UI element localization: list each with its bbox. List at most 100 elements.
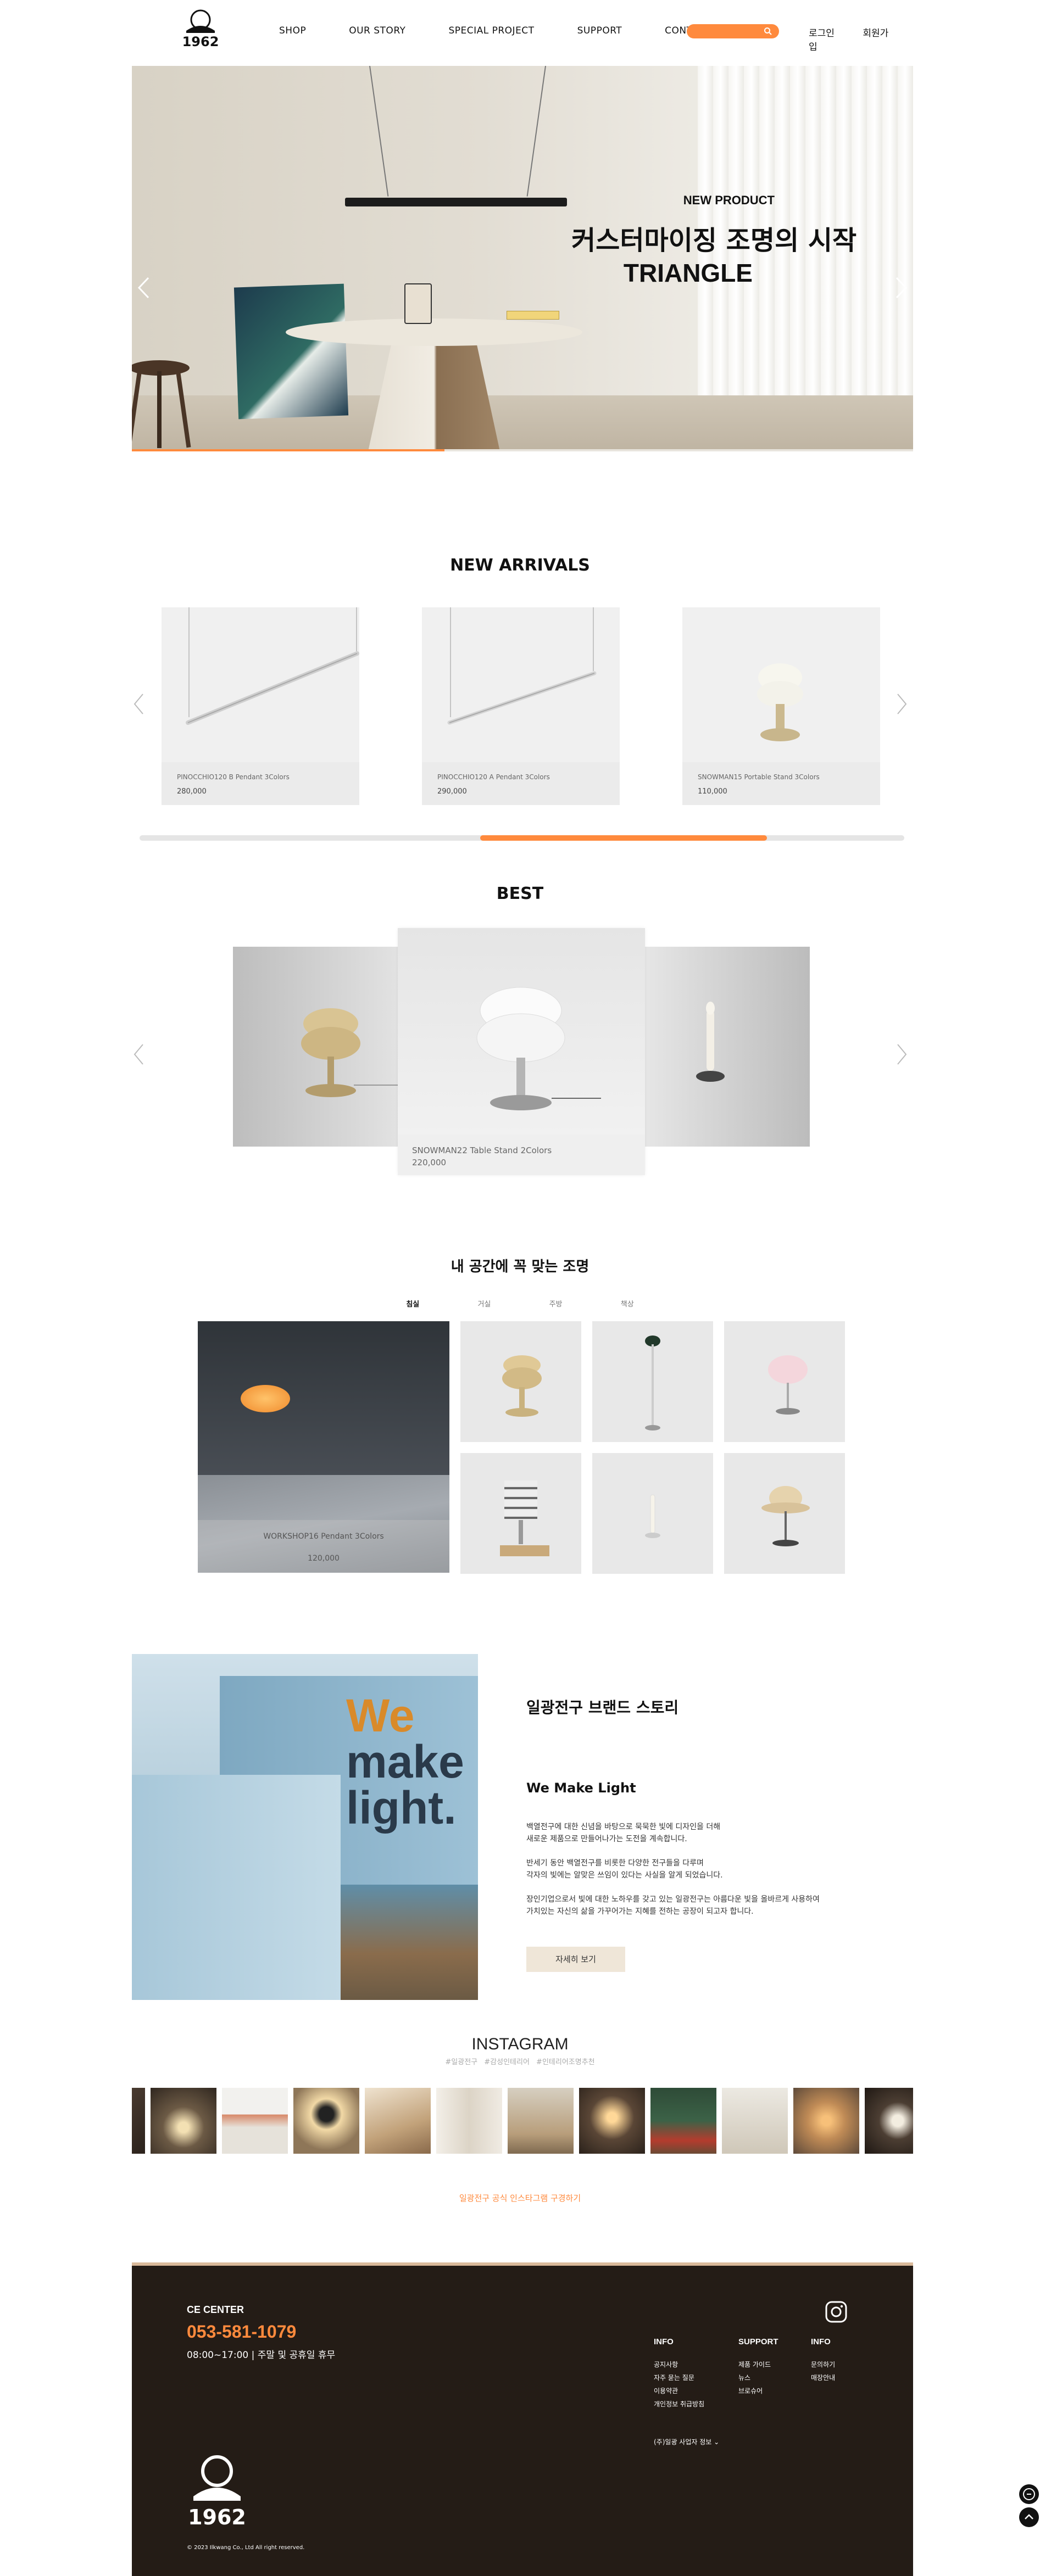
story-line: 반세기 동안 백열전구를 비롯한 다양한 전구들을 다루며 (526, 1859, 704, 1868)
slogan-line: We (346, 1690, 415, 1741)
business-info-toggle[interactable]: (주)일광 사업자 정보 ⌄ (654, 2437, 719, 2446)
product-card[interactable]: SNOWMAN15 Portable Stand 3Colors 110,000 (682, 607, 880, 805)
story-line: 새로운 제품으로 만들어나가는 도전을 계속합니다. (526, 1835, 687, 1843)
chat-button[interactable] (1019, 2484, 1039, 2504)
arrow-up-icon (1025, 2514, 1033, 2519)
instagram-post[interactable] (293, 2088, 359, 2154)
nav-support[interactable]: SUPPORT (577, 25, 622, 36)
login-link[interactable]: 로그인 (809, 28, 835, 39)
chevron-down-icon: ⌄ (714, 2438, 720, 2446)
instagram-post[interactable] (865, 2088, 913, 2154)
product-name: SNOWMAN15 Portable Stand 3Colors (698, 773, 820, 781)
search-icon[interactable] (764, 27, 772, 36)
instagram-post[interactable] (793, 2088, 859, 2154)
footer-link[interactable]: 공지사항 (654, 2360, 704, 2369)
instagram-post[interactable] (508, 2088, 574, 2154)
product-card[interactable]: PINOCCHIO120 B Pendant 3Colors 280,000 (162, 607, 359, 805)
hero-prev-arrow-icon[interactable] (137, 277, 149, 299)
product-name: SNOWMAN22 Table Stand 2Colors (412, 1145, 552, 1155)
nav-our-story[interactable]: OUR STORY (349, 25, 405, 36)
best-next-arrow-icon[interactable] (897, 1043, 908, 1065)
tab-bedroom[interactable]: 침실 (378, 1298, 447, 1309)
room-product-tile[interactable] (724, 1453, 845, 1574)
hero-next-arrow-icon[interactable] (896, 277, 908, 299)
instagram-post[interactable] (650, 2088, 716, 2154)
instagram-post[interactable] (151, 2088, 216, 2154)
story-paragraph: 장인기업으로서 빛에 대한 노하우를 갖고 있는 일광전구는 아름다운 빛을 올… (526, 1893, 911, 1918)
room-product-tile[interactable] (724, 1321, 845, 1442)
instagram-icon[interactable] (824, 2300, 848, 2324)
story-line: 각자의 빛에는 알맞은 쓰임이 있다는 사실을 알게 되었습니다. (526, 1871, 723, 1880)
footer-logo-text: 1962 (188, 2505, 246, 2529)
triangle-pendant-lamp (345, 198, 567, 206)
arrivals-prev-arrow-icon[interactable] (133, 693, 144, 715)
bulb-logo-icon (193, 2455, 241, 2501)
instagram-post[interactable] (579, 2088, 645, 2154)
slogan-line: make (346, 1736, 464, 1787)
floor-lamp-icon (645, 1336, 660, 1431)
pendant-lamp-image (186, 607, 359, 725)
cs-label: CE CENTER (187, 2304, 244, 2315)
hero-progress-bar (132, 449, 913, 451)
instagram-post[interactable] (722, 2088, 788, 2154)
chat-icon (1023, 2488, 1035, 2500)
hashtag[interactable]: #일광전구 (445, 2058, 477, 2066)
room-product-tile[interactable] (460, 1453, 581, 1574)
scrollbar-thumb[interactable] (480, 835, 767, 841)
room-featured-card[interactable]: WORKSHOP16 Pendant 3Colors 120,000 (198, 1321, 449, 1573)
footer-link[interactable]: 자주 묻는 질문 (654, 2373, 704, 2382)
tab-desk[interactable]: 책상 (593, 1298, 662, 1309)
footer-link[interactable]: 뉴스 (738, 2373, 778, 2382)
portable-lamp-image (757, 663, 803, 741)
footer-link[interactable]: 문의하기 (811, 2360, 835, 2369)
footer-link[interactable]: 브로슈어 (738, 2386, 778, 2395)
brand-logo[interactable]: 1962 (179, 9, 223, 53)
best-product-featured[interactable]: SNOWMAN22 Table Stand 2Colors 220,000 (398, 928, 645, 1175)
cs-phone[interactable]: 053-581-1079 (187, 2322, 296, 2342)
best-product-right[interactable] (645, 947, 810, 1147)
arrivals-next-arrow-icon[interactable] (897, 693, 908, 715)
hero-subtitle: TRIANGLE (623, 259, 753, 287)
hashtag[interactable]: #감성인테리어 (484, 2058, 530, 2066)
hero-banner[interactable]: NEW PRODUCT 커스터마이징 조명의 시작 TRIANGLE (132, 66, 913, 451)
story-paragraph: 반세기 동안 백열전구를 비롯한 다양한 전구들을 다루며 각자의 빛에는 알맞… (526, 1857, 911, 1881)
instagram-post[interactable] (436, 2088, 502, 2154)
hero-book (507, 311, 559, 320)
room-product-tile[interactable] (592, 1453, 713, 1574)
search-input[interactable] (687, 24, 779, 38)
footer-link[interactable]: 제품 가이드 (738, 2360, 778, 2369)
best-prev-arrow-icon[interactable] (133, 1043, 144, 1065)
snowman-lamp-icon (502, 1355, 542, 1417)
footer-link[interactable]: 매장안내 (811, 2373, 835, 2382)
hero-kicker: NEW PRODUCT (683, 193, 775, 207)
room-wall (198, 1321, 449, 1486)
more-button[interactable]: 자세히 보기 (526, 1947, 625, 1972)
best-product-left[interactable] (233, 947, 398, 1147)
product-price: 120,000 (308, 1554, 340, 1563)
hashtag[interactable]: #인테리어조명추천 (536, 2058, 595, 2066)
business-info-label: (주)일광 사업자 정보 (654, 2438, 712, 2446)
instagram-post[interactable] (365, 2088, 431, 2154)
tab-kitchen[interactable]: 주방 (521, 1298, 591, 1309)
table-top (286, 318, 582, 346)
product-card[interactable]: PINOCCHIO120 A Pendant 3Colors 290,000 (422, 607, 620, 805)
auth-links: 로그인 회원가입 (809, 25, 913, 53)
product-info: SNOWMAN15 Portable Stand 3Colors 110,000 (698, 773, 820, 796)
scroll-top-button[interactable] (1019, 2507, 1039, 2527)
arrivals-scrollbar[interactable] (140, 835, 904, 841)
instagram-link[interactable]: 일광전구 공식 인스타그램 구경하기 (0, 2192, 1040, 2204)
tab-living-room[interactable]: 거실 (449, 1298, 519, 1309)
nav-special-project[interactable]: SPECIAL PROJECT (448, 25, 534, 36)
footer-link[interactable]: 개인정보 취급방침 (654, 2399, 704, 2409)
room-product-tile[interactable] (460, 1321, 581, 1442)
instagram-post[interactable] (222, 2088, 288, 2154)
room-caption: WORKSHOP16 Pendant 3Colors 120,000 (198, 1520, 449, 1573)
room-product-tile[interactable] (592, 1321, 713, 1442)
footer-col-title: INFO (654, 2337, 674, 2346)
nav-shop[interactable]: SHOP (279, 25, 306, 36)
instagram-post[interactable] (132, 2088, 145, 2154)
story-subheading: We Make Light (526, 1780, 636, 1796)
product-price: 110,000 (698, 787, 727, 796)
footer-link[interactable]: 이용약관 (654, 2386, 704, 2395)
main-nav: SHOP OUR STORY SPECIAL PROJECT SUPPORT C… (279, 25, 754, 36)
